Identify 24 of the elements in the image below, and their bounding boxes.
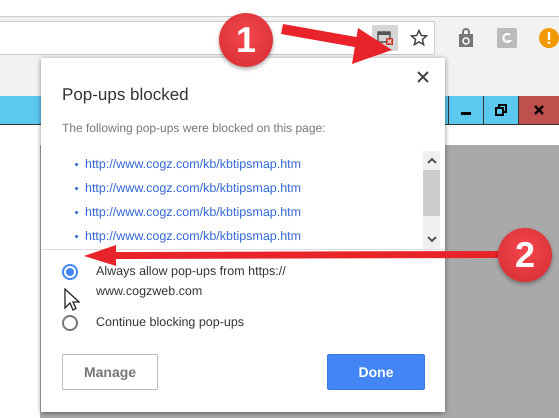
scroll-down-icon[interactable] bbox=[426, 236, 436, 243]
option-label: Always allow pop-ups from https:// www.cogzweb.com bbox=[96, 263, 286, 300]
bullet-icon bbox=[75, 162, 78, 166]
star-icon[interactable] bbox=[410, 29, 428, 47]
bullet-icon bbox=[75, 234, 78, 238]
done-button[interactable]: Done bbox=[327, 354, 425, 390]
blocked-url-link[interactable]: http://www.cogz.com/kb/kbtipsmap.htm bbox=[85, 205, 302, 219]
dialog-message: The following pop-ups were blocked on this page: bbox=[62, 121, 326, 135]
manage-button[interactable]: Manage bbox=[62, 354, 158, 390]
scroll-up-icon[interactable] bbox=[426, 157, 436, 164]
dialog-title: Pop-ups blocked bbox=[62, 85, 190, 105]
option-label: Continue blocking pop-ups bbox=[96, 314, 244, 331]
bullet-icon bbox=[75, 210, 78, 214]
blocked-url-link[interactable]: http://www.cogz.com/kb/kbtipsmap.htm bbox=[85, 157, 302, 171]
letter-tile-icon[interactable] bbox=[497, 28, 517, 48]
blocked-url-link[interactable]: http://www.cogz.com/kb/kbtipsmap.htm bbox=[85, 229, 302, 243]
close-icon[interactable] bbox=[417, 71, 429, 83]
radio-button[interactable] bbox=[62, 315, 78, 331]
scrollbar[interactable] bbox=[423, 151, 440, 249]
blocked-url-link[interactable]: http://www.cogz.com/kb/kbtipsmap.htm bbox=[85, 181, 302, 195]
mouse-pointer-icon bbox=[64, 288, 80, 312]
bullet-icon bbox=[75, 186, 78, 190]
radio-button[interactable] bbox=[62, 264, 78, 280]
close-icon[interactable] bbox=[518, 96, 559, 124]
